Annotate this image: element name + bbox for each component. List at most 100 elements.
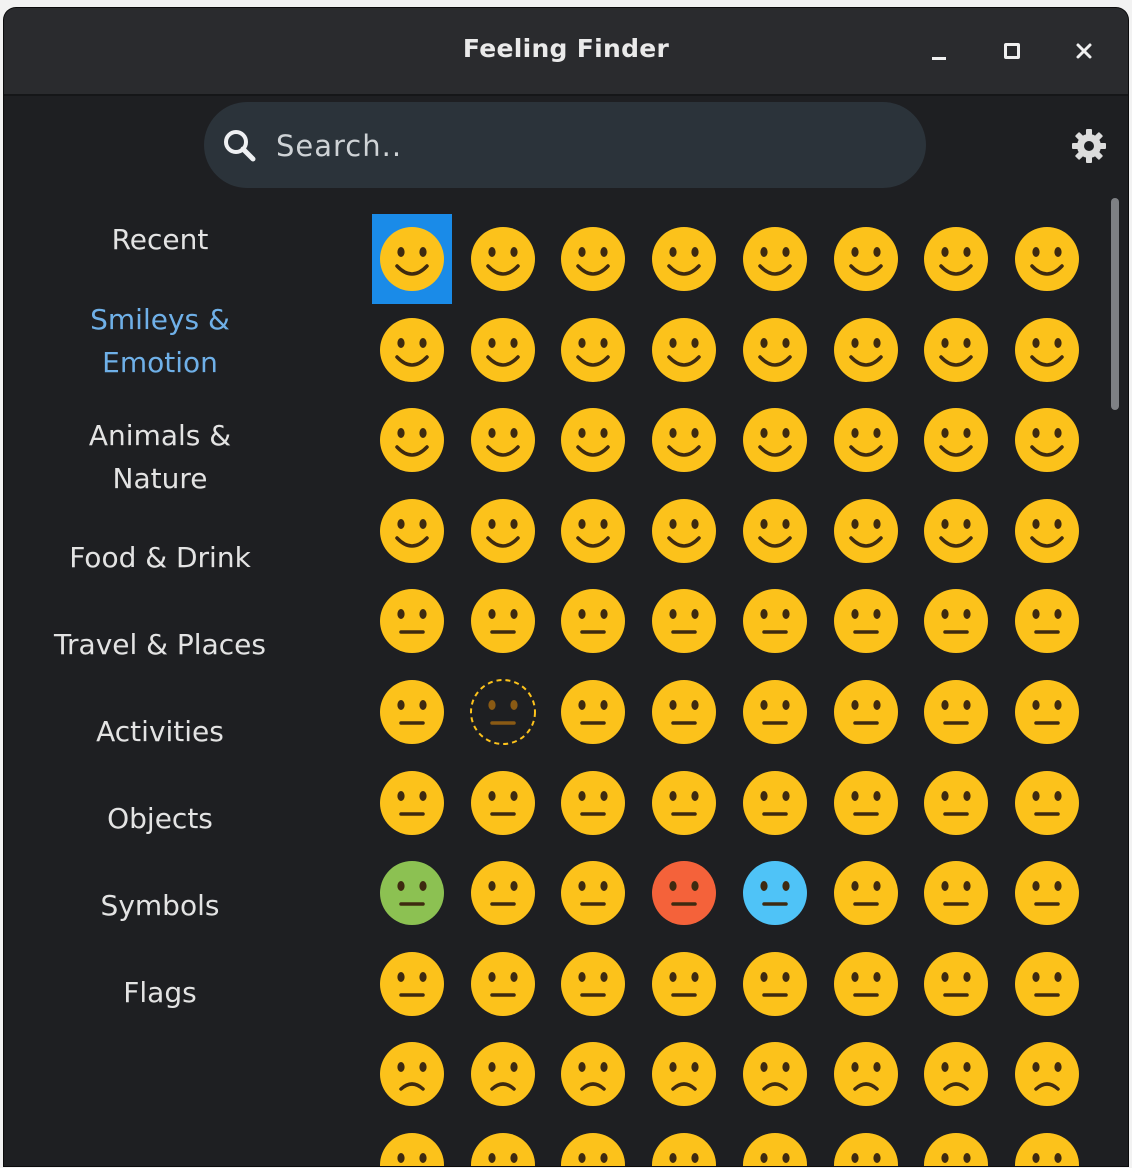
emoji-cell[interactable]	[372, 576, 452, 666]
emoji-cell[interactable]	[372, 758, 452, 848]
emoji-cell[interactable]	[735, 848, 815, 938]
emoji-cell[interactable]	[463, 305, 543, 395]
close-button[interactable]	[1067, 34, 1101, 68]
emoji-cell[interactable]	[826, 576, 906, 666]
emoji-cell[interactable]	[372, 848, 452, 938]
emoji-cell[interactable]	[826, 395, 906, 485]
emoji-cell[interactable]	[735, 1029, 815, 1119]
emoji-cell[interactable]	[826, 1029, 906, 1119]
emoji-cell[interactable]	[553, 848, 633, 938]
emoji-cell[interactable]	[463, 848, 543, 938]
emoji-cell[interactable]	[735, 939, 815, 1029]
emoji-cell[interactable]	[553, 395, 633, 485]
emoji-cell[interactable]	[916, 576, 996, 666]
emoji-cell[interactable]	[463, 214, 543, 304]
scrollbar[interactable]	[1108, 196, 1122, 1166]
emoji-cell[interactable]	[553, 758, 633, 848]
search-bar[interactable]	[204, 102, 926, 188]
settings-gear-icon[interactable]	[1071, 128, 1107, 164]
emoji-cell[interactable]	[916, 758, 996, 848]
category-symbols[interactable]: Symbols	[4, 884, 316, 927]
emoji-cell[interactable]	[735, 486, 815, 576]
category-objects[interactable]: Objects	[4, 797, 316, 840]
emoji-cell[interactable]	[916, 848, 996, 938]
emoji-cell[interactable]	[826, 848, 906, 938]
maximize-button[interactable]	[995, 34, 1029, 68]
emoji-cell[interactable]	[826, 214, 906, 304]
emoji-cell[interactable]	[644, 848, 724, 938]
emoji-cell[interactable]	[916, 667, 996, 757]
emoji-cell[interactable]	[735, 214, 815, 304]
emoji-cell[interactable]	[553, 576, 633, 666]
emoji-cell[interactable]	[644, 214, 724, 304]
emoji-cell[interactable]	[553, 1029, 633, 1119]
scrollbar-thumb[interactable]	[1111, 198, 1119, 410]
emoji-cell[interactable]	[735, 576, 815, 666]
emoji-cell[interactable]	[644, 939, 724, 1029]
emoji-cell[interactable]	[735, 758, 815, 848]
emoji-cell[interactable]	[916, 939, 996, 1029]
emoji-cell[interactable]	[826, 939, 906, 1029]
emoji-cell[interactable]	[372, 939, 452, 1029]
emoji-cell[interactable]	[553, 214, 633, 304]
emoji-cell[interactable]	[463, 1120, 543, 1166]
emoji-cell[interactable]	[644, 1029, 724, 1119]
emoji-cell[interactable]	[1007, 576, 1087, 666]
category-flags[interactable]: Flags	[4, 971, 316, 1014]
emoji-cell[interactable]	[1007, 395, 1087, 485]
emoji-cell[interactable]	[916, 486, 996, 576]
emoji-cell[interactable]	[463, 667, 543, 757]
emoji-cell[interactable]	[826, 486, 906, 576]
search-input[interactable]	[274, 120, 878, 172]
emoji-cell[interactable]	[735, 667, 815, 757]
emoji-cell[interactable]	[372, 1120, 452, 1166]
emoji-cell[interactable]	[735, 305, 815, 395]
category-smileys-emotion[interactable]: Smileys & Emotion	[4, 298, 316, 384]
emoji-cell[interactable]	[1007, 486, 1087, 576]
emoji-cell[interactable]	[372, 486, 452, 576]
emoji-cell[interactable]	[1007, 758, 1087, 848]
emoji-cell[interactable]	[735, 395, 815, 485]
emoji-cell[interactable]	[644, 1120, 724, 1166]
emoji-cell[interactable]	[553, 1120, 633, 1166]
emoji-cell[interactable]	[826, 1120, 906, 1166]
category-activities[interactable]: Activities	[4, 710, 316, 753]
emoji-cell[interactable]	[1007, 848, 1087, 938]
emoji-cell[interactable]	[644, 395, 724, 485]
emoji-cell[interactable]	[463, 1029, 543, 1119]
emoji-cell[interactable]	[644, 305, 724, 395]
emoji-cell[interactable]	[553, 486, 633, 576]
emoji-cell[interactable]	[826, 667, 906, 757]
category-travel-places[interactable]: Travel & Places	[4, 623, 316, 666]
emoji-cell[interactable]	[1007, 1120, 1087, 1166]
category-recent[interactable]: Recent	[4, 218, 316, 261]
title-bar[interactable]: Feeling Finder	[4, 8, 1128, 96]
category-animals-nature[interactable]: Animals & Nature	[4, 414, 316, 500]
emoji-cell[interactable]	[463, 486, 543, 576]
emoji-cell[interactable]	[916, 1029, 996, 1119]
emoji-cell[interactable]	[372, 214, 452, 304]
emoji-cell[interactable]	[916, 395, 996, 485]
emoji-cell[interactable]	[372, 395, 452, 485]
emoji-cell[interactable]	[916, 1120, 996, 1166]
emoji-cell[interactable]	[1007, 214, 1087, 304]
emoji-cell[interactable]	[463, 939, 543, 1029]
emoji-cell[interactable]	[735, 1120, 815, 1166]
emoji-cell[interactable]	[644, 576, 724, 666]
emoji-cell[interactable]	[1007, 667, 1087, 757]
emoji-cell[interactable]	[1007, 305, 1087, 395]
category-food-drink[interactable]: Food & Drink	[4, 536, 316, 579]
emoji-cell[interactable]	[826, 305, 906, 395]
emoji-cell[interactable]	[644, 667, 724, 757]
emoji-cell[interactable]	[463, 576, 543, 666]
emoji-cell[interactable]	[553, 305, 633, 395]
minimize-button[interactable]	[922, 34, 956, 68]
emoji-cell[interactable]	[553, 667, 633, 757]
emoji-cell[interactable]	[463, 758, 543, 848]
emoji-cell[interactable]	[1007, 1029, 1087, 1119]
emoji-cell[interactable]	[1007, 939, 1087, 1029]
emoji-cell[interactable]	[463, 395, 543, 485]
emoji-cell[interactable]	[372, 305, 452, 395]
emoji-cell[interactable]	[916, 214, 996, 304]
emoji-cell[interactable]	[644, 486, 724, 576]
